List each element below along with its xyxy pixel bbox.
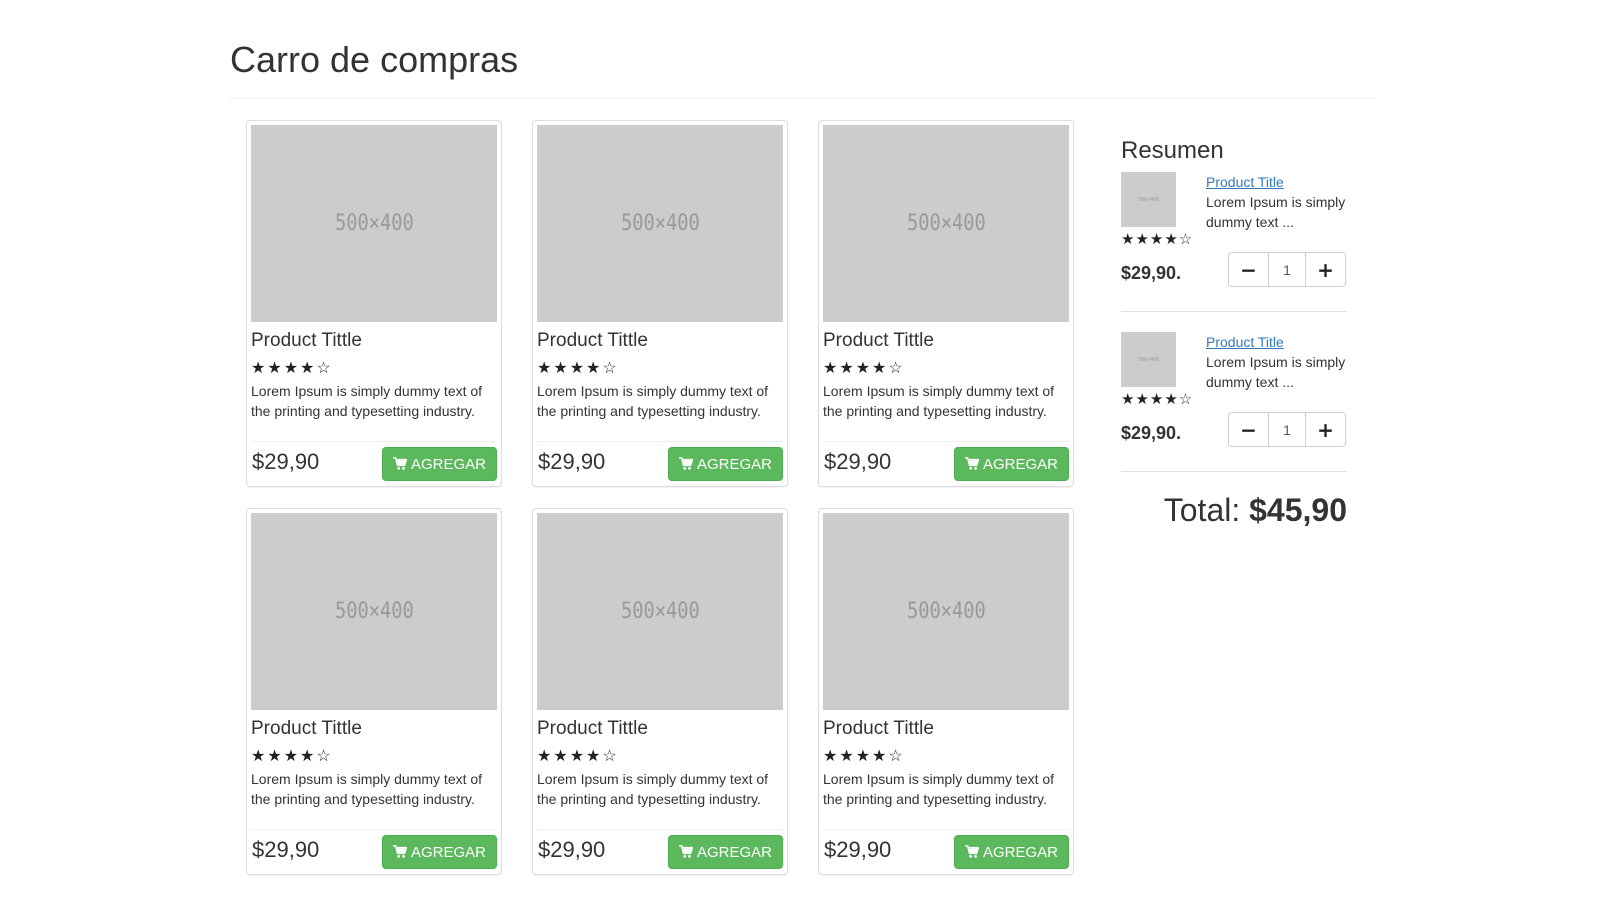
image-placeholder-label: 500×400 bbox=[1137, 196, 1160, 203]
product-card: 500×400 Product Tittle ★★★★☆ Lorem Ipsum… bbox=[246, 508, 502, 875]
shopping-cart-icon bbox=[678, 845, 693, 859]
summary-divider bbox=[1121, 471, 1347, 472]
cart-summary: Resumen 500×400 Product Title Lorem Ipsu… bbox=[1121, 136, 1347, 528]
product-price: $29,90 bbox=[824, 837, 892, 862]
increase-quantity-button[interactable]: + bbox=[1306, 413, 1345, 446]
add-to-cart-button[interactable]: AGREGAR bbox=[668, 835, 783, 869]
summary-item-price: $29,90. bbox=[1121, 423, 1182, 443]
cart-total: Total: $45,90 bbox=[1164, 490, 1347, 530]
product-grid: 500×400 Product Tittle ★★★★☆ Lorem Ipsum… bbox=[246, 120, 1074, 875]
star-rating: ★★★★☆ bbox=[251, 748, 333, 765]
card-divider bbox=[251, 441, 497, 442]
add-to-cart-label: AGREGAR bbox=[696, 455, 772, 473]
product-description: Lorem Ipsum is simply dummy text of the … bbox=[823, 383, 1055, 419]
image-placeholder-label: 500×400 bbox=[334, 211, 414, 236]
product-description: Lorem Ipsum is simply dummy text of the … bbox=[537, 771, 769, 807]
product-title: Product Tittle bbox=[251, 330, 362, 351]
product-title: Product Tittle bbox=[251, 718, 362, 739]
product-card: 500×400 Product Tittle ★★★★☆ Lorem Ipsum… bbox=[246, 120, 502, 487]
summary-item: 500×400 Product Title Lorem Ipsum is sim… bbox=[1121, 332, 1347, 492]
star-rating: ★★★★☆ bbox=[251, 360, 333, 377]
image-placeholder-label: 500×400 bbox=[620, 211, 700, 236]
star-rating: ★★★★☆ bbox=[537, 360, 619, 377]
shopping-cart-icon bbox=[392, 845, 407, 859]
shopping-cart-icon bbox=[678, 457, 693, 471]
product-image-placeholder: 500×400 bbox=[823, 513, 1069, 710]
product-card: 500×400 Product Tittle ★★★★☆ Lorem Ipsum… bbox=[818, 120, 1074, 487]
add-to-cart-button[interactable]: AGREGAR bbox=[382, 447, 497, 481]
add-to-cart-button[interactable]: AGREGAR bbox=[954, 447, 1069, 481]
summary-title: Resumen bbox=[1121, 137, 1224, 164]
add-to-cart-label: AGREGAR bbox=[982, 455, 1058, 473]
product-image-placeholder: 500×400 bbox=[251, 125, 497, 322]
product-card: 500×400 Product Tittle ★★★★☆ Lorem Ipsum… bbox=[818, 508, 1074, 875]
increase-quantity-button[interactable]: + bbox=[1306, 253, 1345, 286]
decrease-quantity-button[interactable]: − bbox=[1229, 413, 1268, 446]
add-to-cart-label: AGREGAR bbox=[982, 843, 1058, 861]
product-description: Lorem Ipsum is simply dummy text of the … bbox=[251, 383, 483, 419]
product-description: Lorem Ipsum is simply dummy text of the … bbox=[537, 383, 769, 419]
product-image-placeholder: 500×400 bbox=[537, 125, 783, 322]
shopping-cart-icon bbox=[964, 457, 979, 471]
summary-item-description: Lorem Ipsum is simply dummy text ... bbox=[1206, 194, 1346, 230]
summary-item-price: $29,90. bbox=[1121, 263, 1182, 283]
star-rating: ★★★★☆ bbox=[1121, 391, 1194, 408]
total-label: Total: bbox=[1163, 492, 1241, 528]
product-image-placeholder: 500×400 bbox=[823, 125, 1069, 322]
summary-item-image: 500×400 bbox=[1121, 332, 1176, 387]
add-to-cart-button[interactable]: AGREGAR bbox=[668, 447, 783, 481]
product-description: Lorem Ipsum is simply dummy text of the … bbox=[823, 771, 1055, 807]
product-price: $29,90 bbox=[824, 449, 892, 474]
summary-item: 500×400 Product Title Lorem Ipsum is sim… bbox=[1121, 172, 1347, 332]
quantity-input[interactable] bbox=[1268, 413, 1306, 446]
image-placeholder-label: 500×400 bbox=[906, 211, 986, 236]
decrease-quantity-button[interactable]: − bbox=[1229, 253, 1268, 286]
product-card: 500×400 Product Tittle ★★★★☆ Lorem Ipsum… bbox=[532, 508, 788, 875]
product-price: $29,90 bbox=[538, 837, 606, 862]
add-to-cart-button[interactable]: AGREGAR bbox=[954, 835, 1069, 869]
product-title: Product Tittle bbox=[537, 718, 648, 739]
add-to-cart-label: AGREGAR bbox=[696, 843, 772, 861]
shopping-cart-icon bbox=[392, 457, 407, 471]
card-divider bbox=[537, 441, 783, 442]
product-price: $29,90 bbox=[252, 449, 320, 474]
star-rating: ★★★★☆ bbox=[537, 748, 619, 765]
quantity-stepper: − + bbox=[1228, 412, 1346, 447]
add-to-cart-label: AGREGAR bbox=[410, 843, 486, 861]
star-rating: ★★★★☆ bbox=[823, 748, 905, 765]
star-rating: ★★★★☆ bbox=[823, 360, 905, 377]
total-value: $45,90 bbox=[1249, 492, 1347, 528]
product-card: 500×400 Product Tittle ★★★★☆ Lorem Ipsum… bbox=[532, 120, 788, 487]
product-image-placeholder: 500×400 bbox=[251, 513, 497, 710]
summary-item-title-link[interactable]: Product Title bbox=[1206, 172, 1284, 192]
title-divider bbox=[230, 98, 1376, 99]
page-title: Carro de compras bbox=[230, 39, 519, 80]
star-rating: ★★★★☆ bbox=[1121, 231, 1194, 248]
image-placeholder-label: 500×400 bbox=[334, 599, 414, 624]
card-divider bbox=[823, 441, 1069, 442]
summary-item-title-link[interactable]: Product Title bbox=[1206, 332, 1284, 352]
card-divider bbox=[251, 829, 497, 830]
product-title: Product Tittle bbox=[537, 330, 648, 351]
product-price: $29,90 bbox=[538, 449, 606, 474]
card-divider bbox=[823, 829, 1069, 830]
add-to-cart-label: AGREGAR bbox=[410, 455, 486, 473]
product-image-placeholder: 500×400 bbox=[537, 513, 783, 710]
quantity-input[interactable] bbox=[1268, 253, 1306, 286]
product-description: Lorem Ipsum is simply dummy text of the … bbox=[251, 771, 483, 807]
product-title: Product Tittle bbox=[823, 330, 934, 351]
product-title: Product Tittle bbox=[823, 718, 934, 739]
image-placeholder-label: 500×400 bbox=[620, 599, 700, 624]
image-placeholder-label: 500×400 bbox=[1137, 356, 1160, 363]
summary-divider bbox=[1121, 311, 1347, 312]
summary-item-description: Lorem Ipsum is simply dummy text ... bbox=[1206, 354, 1346, 390]
add-to-cart-button[interactable]: AGREGAR bbox=[382, 835, 497, 869]
product-price: $29,90 bbox=[252, 837, 320, 862]
summary-item-image: 500×400 bbox=[1121, 172, 1176, 227]
image-placeholder-label: 500×400 bbox=[906, 599, 986, 624]
card-divider bbox=[537, 829, 783, 830]
shopping-cart-icon bbox=[964, 845, 979, 859]
quantity-stepper: − + bbox=[1228, 252, 1346, 287]
